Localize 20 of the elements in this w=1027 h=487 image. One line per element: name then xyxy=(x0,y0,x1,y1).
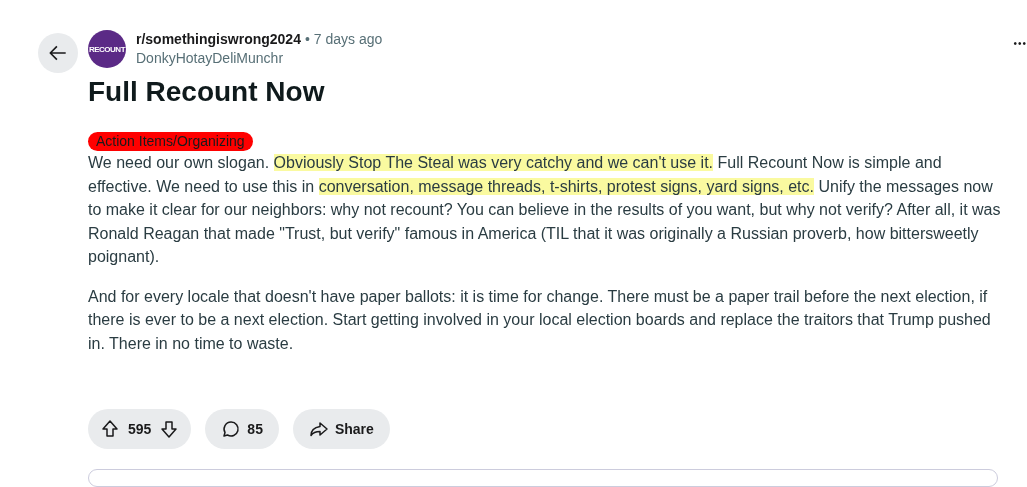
share-arrow-icon xyxy=(308,419,329,439)
separator-dot: • xyxy=(304,30,310,49)
back-button[interactable] xyxy=(38,33,78,73)
author-name[interactable]: DonkyHotayDeliMunchr xyxy=(136,49,1004,68)
downvote-arrow-icon xyxy=(159,419,180,439)
comments-button[interactable]: 85 xyxy=(205,409,279,449)
upvote-arrow-icon xyxy=(100,419,120,439)
post-paragraph: And for every locale that doesn't have paper ballots: it is time for change. There must be a paper trail before the next election, if there is ever to be a next election. Start getting involved in your local election boards and replace the traitors that Trump pushed in. There in no time to waste. xyxy=(88,286,992,354)
upvote-button[interactable] xyxy=(100,419,120,439)
speech-bubble-icon xyxy=(221,419,242,439)
vote-count: 595 xyxy=(128,421,152,437)
subreddit-avatar[interactable]: RECOUNT xyxy=(88,30,126,68)
subreddit-link[interactable]: r/somethingiswrong2024 xyxy=(136,30,301,49)
post-time: 7 days ago xyxy=(313,30,383,49)
post-paragraph: We need our own slogan. Obviously Stop The Steal was very catchy and we can't use it. Full Recount Now is simple and effective. We need to use this in conversation, message threads, t-shirts, protest signs, yard signs, etc. Unify the messages now to make it clear for our neighbors: why not recount? You can believe in the results of you want, but why not verify? After all, it was Ronald Reagan that made "Trust, but verify" famous in America (TIL that it was originally a Russian proverb, how bittersweetly poignant). xyxy=(88,153,1002,267)
post-title: Full Recount Now xyxy=(88,76,326,108)
more-options-button[interactable]: ••• xyxy=(1013,38,1027,49)
downvote-button[interactable] xyxy=(159,419,180,439)
flair-tag[interactable]: Action Items/Organizing xyxy=(88,132,253,151)
share-button[interactable]: Share xyxy=(292,409,390,449)
